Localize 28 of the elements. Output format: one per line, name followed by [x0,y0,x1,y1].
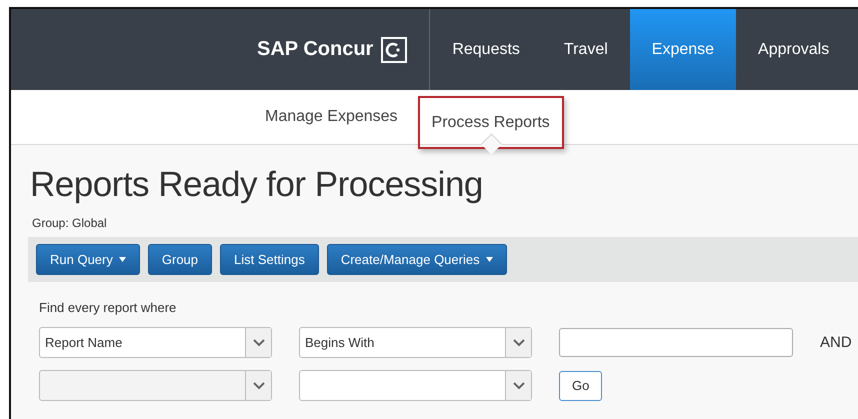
subnav-tab[interactable]: Manage Expenses [251,90,412,144]
caret-icon [118,257,126,262]
value-field[interactable] [559,328,793,357]
toolbar-button[interactable]: Run Query [36,244,140,275]
logo-text: SAP Concur [257,38,374,61]
conjunction-label: AND [820,334,852,351]
subnav-tab[interactable]: Process Reports [418,96,564,149]
nav-tab[interactable]: Requests [430,9,542,90]
group-label: Group: Global [32,216,108,230]
field-dropdown[interactable] [39,370,272,401]
nav-tab[interactable]: Approvals [736,9,852,90]
field-dropdown[interactable]: Report Name [39,327,272,358]
chevron-down-icon [252,382,264,390]
page-title: Reports Ready for Processing [30,165,484,205]
go-button[interactable]: Go [559,370,602,400]
operator-dropdown[interactable]: Begins With [299,327,532,358]
logo-icon [381,36,408,62]
chevron-down-icon [512,382,524,390]
chevron-down-icon [512,338,524,346]
nav-tab[interactable]: Travel [542,9,630,90]
chevron-down-icon [252,338,264,346]
toolbar-button[interactable]: Group [148,244,212,275]
query-intro: Find every report where [39,300,178,315]
nav-tab[interactable]: Expense [630,9,736,90]
toolbar-button[interactable]: List Settings [220,244,319,275]
toolbar-button[interactable]: Create/Manage Queries [326,244,507,275]
operator-dropdown[interactable] [299,370,532,401]
caret-icon [486,257,493,262]
